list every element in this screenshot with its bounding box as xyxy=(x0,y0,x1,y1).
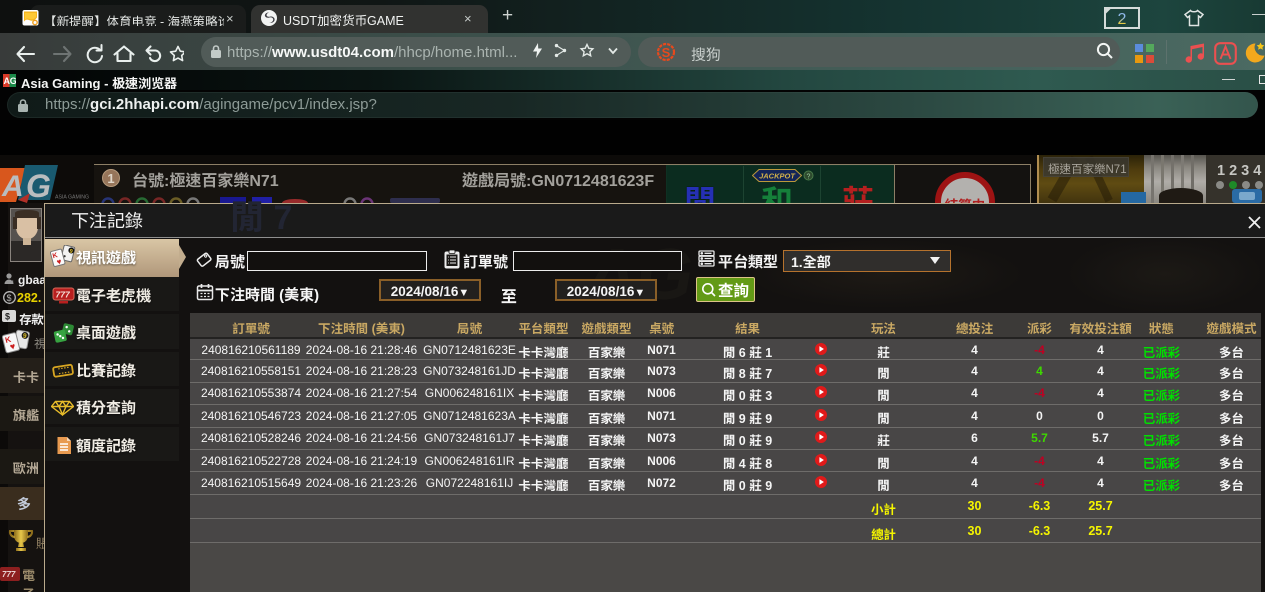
svg-text:?: ? xyxy=(807,174,811,181)
svg-text:2: 2 xyxy=(1118,11,1127,28)
svg-text:G: G xyxy=(26,168,51,204)
svg-text:S: S xyxy=(662,45,671,60)
svg-text:777: 777 xyxy=(56,289,71,299)
svg-text:777: 777 xyxy=(2,570,16,579)
svg-text:JACKPOT: JACKPOT xyxy=(759,172,796,181)
svg-text:G: G xyxy=(10,76,16,86)
svg-text:$: $ xyxy=(5,312,10,322)
svg-text:$: $ xyxy=(7,293,12,303)
svg-text:A: A xyxy=(1,170,24,203)
svg-text:ASIA GAMING: ASIA GAMING xyxy=(55,195,89,201)
svg-text:*: * xyxy=(11,280,14,285)
